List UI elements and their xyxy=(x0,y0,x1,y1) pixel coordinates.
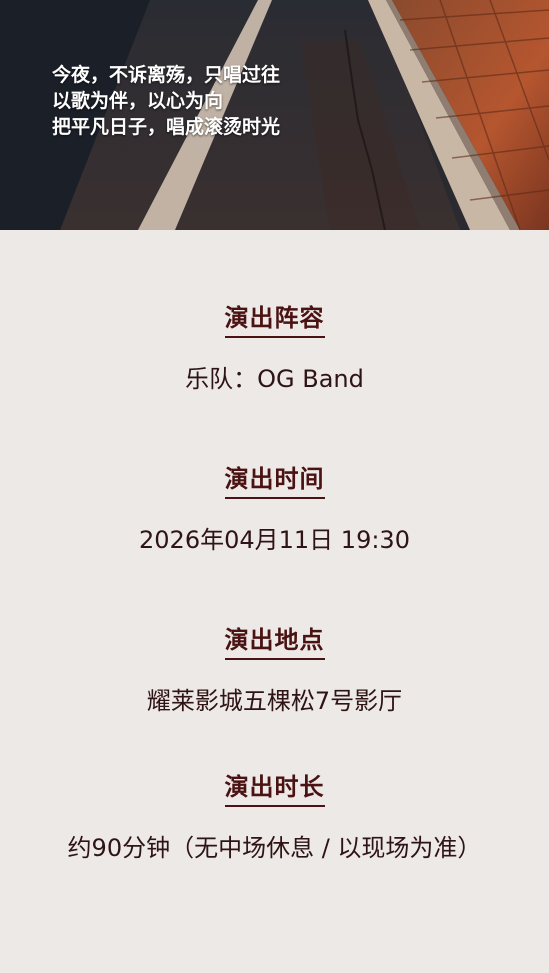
section-time: 演出时间 2026年04月11日 19:30 xyxy=(0,464,549,555)
section-heading: 演出时长 xyxy=(224,772,325,807)
section-heading: 演出阵容 xyxy=(224,303,325,338)
event-details: 演出阵容 乐队：OG Band 演出时间 2026年04月11日 19:30 演… xyxy=(0,230,549,973)
section-value: 约90分钟（无中场休息 / 以现场为准） xyxy=(67,834,482,862)
section-venue: 演出地点 耀莱影城五棵松7号影厅 xyxy=(0,625,549,716)
section-value: 2026年04月11日 19:30 xyxy=(139,526,410,554)
section-duration: 演出时长 约90分钟（无中场休息 / 以现场为准） xyxy=(0,772,549,863)
section-heading: 演出地点 xyxy=(224,625,325,660)
section-value: 乐队：OG Band xyxy=(185,365,364,393)
section-heading: 演出时间 xyxy=(224,464,325,499)
section-value: 耀莱影城五棵松7号影厅 xyxy=(146,687,403,715)
hero-line: 以歌为伴，以心为向 xyxy=(52,90,224,112)
hero-line: 今夜，不诉离殇，只唱过往 xyxy=(52,64,281,86)
hero-line: 把平凡日子，唱成滚烫时光 xyxy=(52,116,281,138)
hero-banner: 今夜，不诉离殇，只唱过往 以歌为伴，以心为向 把平凡日子，唱成滚烫时光 xyxy=(0,0,549,230)
hero-poem: 今夜，不诉离殇，只唱过往 以歌为伴，以心为向 把平凡日子，唱成滚烫时光 xyxy=(52,62,280,140)
section-lineup: 演出阵容 乐队：OG Band xyxy=(0,303,549,394)
